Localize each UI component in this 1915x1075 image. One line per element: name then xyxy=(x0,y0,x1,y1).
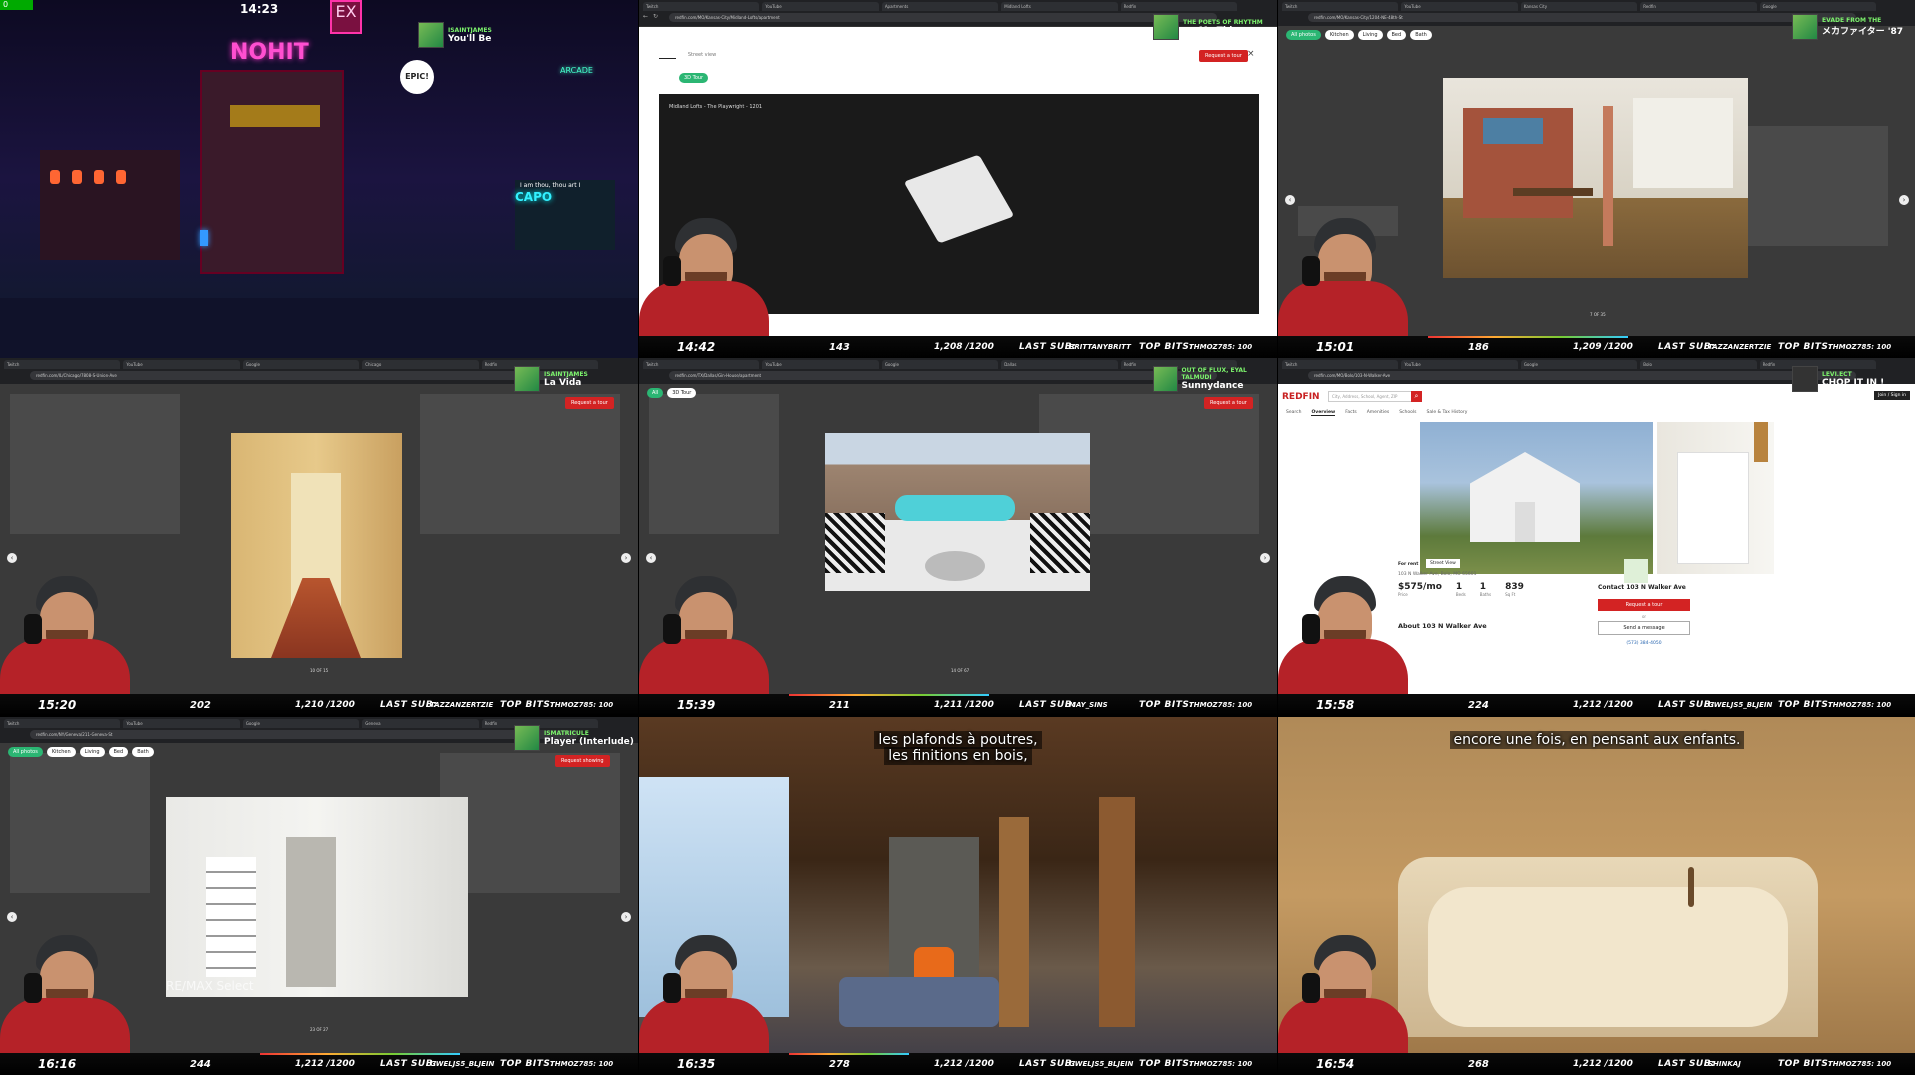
webcam-streamer xyxy=(1278,216,1408,336)
webcam-streamer xyxy=(0,574,130,694)
album-art-icon xyxy=(1792,366,1818,392)
search-input[interactable]: City, Address, School, Agent, ZIP xyxy=(1328,391,1413,402)
chip-3d-tour[interactable]: 3D Tour xyxy=(679,73,709,83)
arcade-sign: ARCADE xyxy=(560,66,593,75)
music-overlay: ISAINTJAMES You'll Be xyxy=(418,22,538,48)
next-photo-icon[interactable]: › xyxy=(1260,553,1270,563)
floorplan-model xyxy=(903,154,1015,244)
about-heading: About 103 N Walker Ave xyxy=(1398,622,1487,630)
prev-photo-icon[interactable]: ‹ xyxy=(7,553,17,563)
next-photo-icon[interactable]: › xyxy=(1899,195,1909,205)
request-tour-button[interactable]: Request a tour xyxy=(1204,397,1253,409)
sub-count: 143 xyxy=(829,341,850,353)
tile-room-photo: Twitch YouTube Google Geneva Redfin redfin.c… xyxy=(0,717,638,1075)
listing-nav: Search Overview Facts Amenities Schools … xyxy=(1286,410,1468,416)
tile-3d-tour: Twitch YouTube Apartments Midland Lofts Redf… xyxy=(639,0,1277,358)
speech-bubble: EPIC! xyxy=(400,60,434,94)
search-icon[interactable]: ⌕ xyxy=(1411,391,1422,402)
tab-street-view[interactable]: Street view xyxy=(688,52,716,59)
tab-photos[interactable]: Photos xyxy=(659,52,676,59)
prev-photo-icon[interactable]: ‹ xyxy=(1285,195,1295,205)
album-art-icon xyxy=(1153,14,1179,40)
request-tour-button[interactable]: Request a tour xyxy=(1199,50,1248,62)
prev-photo-icon[interactable]: ‹ xyxy=(7,912,17,922)
album-art-icon xyxy=(418,22,444,48)
subtitle: encore une fois, en pensant aux enfants. xyxy=(1278,731,1915,749)
stream-status-bar: 15:39 211 1,211 /1200 LAST SUB: MAY_SINS… xyxy=(639,694,1277,716)
album-art-icon xyxy=(1792,14,1818,40)
stream-status-bar: 15:58 224 1,212 /1200 LAST SUB: GWELJS5_… xyxy=(1278,694,1915,716)
listing-photo: RE/MAX Select xyxy=(166,797,468,997)
music-overlay: THE POETS OF RHYTHM on My Thing xyxy=(1153,14,1273,40)
join-sign-in-button[interactable]: Join / Sign in xyxy=(1874,391,1910,400)
music-overlay: LEVI.ECT CHOP IT IN ! xyxy=(1792,366,1912,392)
album-art-icon xyxy=(1153,366,1178,392)
request-showing-button[interactable]: Request showing xyxy=(555,755,610,767)
secondary-photo[interactable] xyxy=(1657,422,1774,574)
tile-lodge-video: les plafonds à poutres, les finitions en… xyxy=(639,717,1277,1075)
neon-sign: NOHIT xyxy=(230,40,309,65)
status-badge: For rent xyxy=(1398,562,1419,567)
stream-status-bar: 16:54 268 1,212 /1200 LAST SUB: SHINKAJ … xyxy=(1278,1053,1915,1075)
stream-status-bar: 16:16 244 1,212 /1200 LAST SUB: GWELJS5_… xyxy=(0,1053,638,1075)
capo-sign: CAPO xyxy=(515,190,553,204)
webcam-streamer xyxy=(639,933,769,1053)
send-message-button[interactable]: Send a message xyxy=(1598,621,1690,635)
webcam-streamer xyxy=(639,574,769,694)
album-art-icon xyxy=(514,366,540,392)
address-bar[interactable]: redfin.com/MO/Kansas-City/Midland-Lofts/… xyxy=(669,13,1217,22)
subtitle: les plafonds à poutres, les finitions en… xyxy=(639,731,1277,765)
reload-icon[interactable]: ↻ xyxy=(653,13,661,21)
music-overlay: OUT OF FLUX, EYAL TALMUDI Sunnydance xyxy=(1153,366,1273,392)
listing-photo xyxy=(825,433,1090,591)
webcam-streamer xyxy=(1278,933,1408,1053)
watermark: RE/MAX Select xyxy=(166,979,254,993)
stream-grid: 0 14:23 EX NOHIT EPIC! ARCADE CAPO I am … xyxy=(0,0,1915,1075)
music-overlay: ISMATRICULE Player (Interlude) xyxy=(514,725,634,751)
listing-address: 103 N Walker Ave, Bolo, MO 65601 xyxy=(1398,572,1477,577)
listing-facts: $575/mo Price 1 Beds 1 Baths 839 Sq Ft xyxy=(1398,582,1524,597)
tile-bathtub-video: encore une fois, en pensant aux enfants.… xyxy=(1278,717,1915,1075)
webcam-streamer xyxy=(639,216,769,336)
contact-panel: Contact 103 N Walker Ave Request a tour … xyxy=(1598,584,1690,646)
request-tour-button[interactable]: Request a tour xyxy=(565,397,614,409)
tile-dining-photo: Twitch YouTube Kansas City Redfin Google red… xyxy=(1278,0,1915,358)
next-photo-icon[interactable]: › xyxy=(621,912,631,922)
webcam-streamer xyxy=(0,933,130,1053)
music-overlay: ISAINTJAMES La Vida xyxy=(514,366,634,392)
listing-photo xyxy=(1443,78,1748,278)
goal-progress: 1,208 /1200 xyxy=(934,342,994,352)
phone-link[interactable]: (573) 384-4050 xyxy=(1598,641,1690,646)
tile-hallway-photo: Twitch YouTube Google Chicago Redfin redfin.… xyxy=(0,358,638,716)
tile-game: 0 14:23 EX NOHIT EPIC! ARCADE CAPO I am … xyxy=(0,0,638,358)
listing-photo xyxy=(231,433,402,658)
stream-status-bar: 15:20 202 1,210 /1200 LAST SUB: TAZZANZE… xyxy=(0,694,638,716)
tile-pool-photo: Twitch YouTube Google Dallas Redfin redfin.c… xyxy=(639,358,1277,716)
main-photo[interactable]: Street View xyxy=(1420,422,1653,574)
request-tour-button[interactable]: Request a tour xyxy=(1598,599,1690,611)
street-view-button[interactable]: Street View xyxy=(1426,559,1460,568)
elapsed-time: 14:42 xyxy=(677,340,716,354)
map-thumbnail[interactable] xyxy=(1624,559,1648,583)
hit-counter: 0 xyxy=(0,0,33,10)
redfin-logo[interactable]: REDFIN xyxy=(1282,392,1320,402)
webcam-streamer xyxy=(1278,574,1408,694)
tile-redfin-listing: Twitch YouTube Google Bolo Redfin redfin.com… xyxy=(1278,358,1915,716)
music-overlay: EVADE FROM THE メカファイター '87 xyxy=(1792,14,1912,40)
tour-label: Midland Lofts - The Playwright - 1201 xyxy=(669,104,763,110)
close-icon[interactable]: × xyxy=(1247,49,1255,59)
album-art-icon xyxy=(514,725,540,751)
next-photo-icon[interactable]: › xyxy=(621,553,631,563)
stream-status-bar: 15:01 186 1,209 /1200 LAST SUB: TAZZANZE… xyxy=(1278,336,1915,358)
stream-status-bar: 14:42 143 1,208 /1200 LAST SUB: BRITTANY… xyxy=(639,336,1277,358)
back-icon[interactable]: ← xyxy=(643,13,651,21)
game-clock: 14:23 xyxy=(240,2,279,16)
prev-photo-icon[interactable]: ‹ xyxy=(646,553,656,563)
stream-status-bar: 16:35 278 1,212 /1200 LAST SUB: GWELJS5_… xyxy=(639,1053,1277,1075)
